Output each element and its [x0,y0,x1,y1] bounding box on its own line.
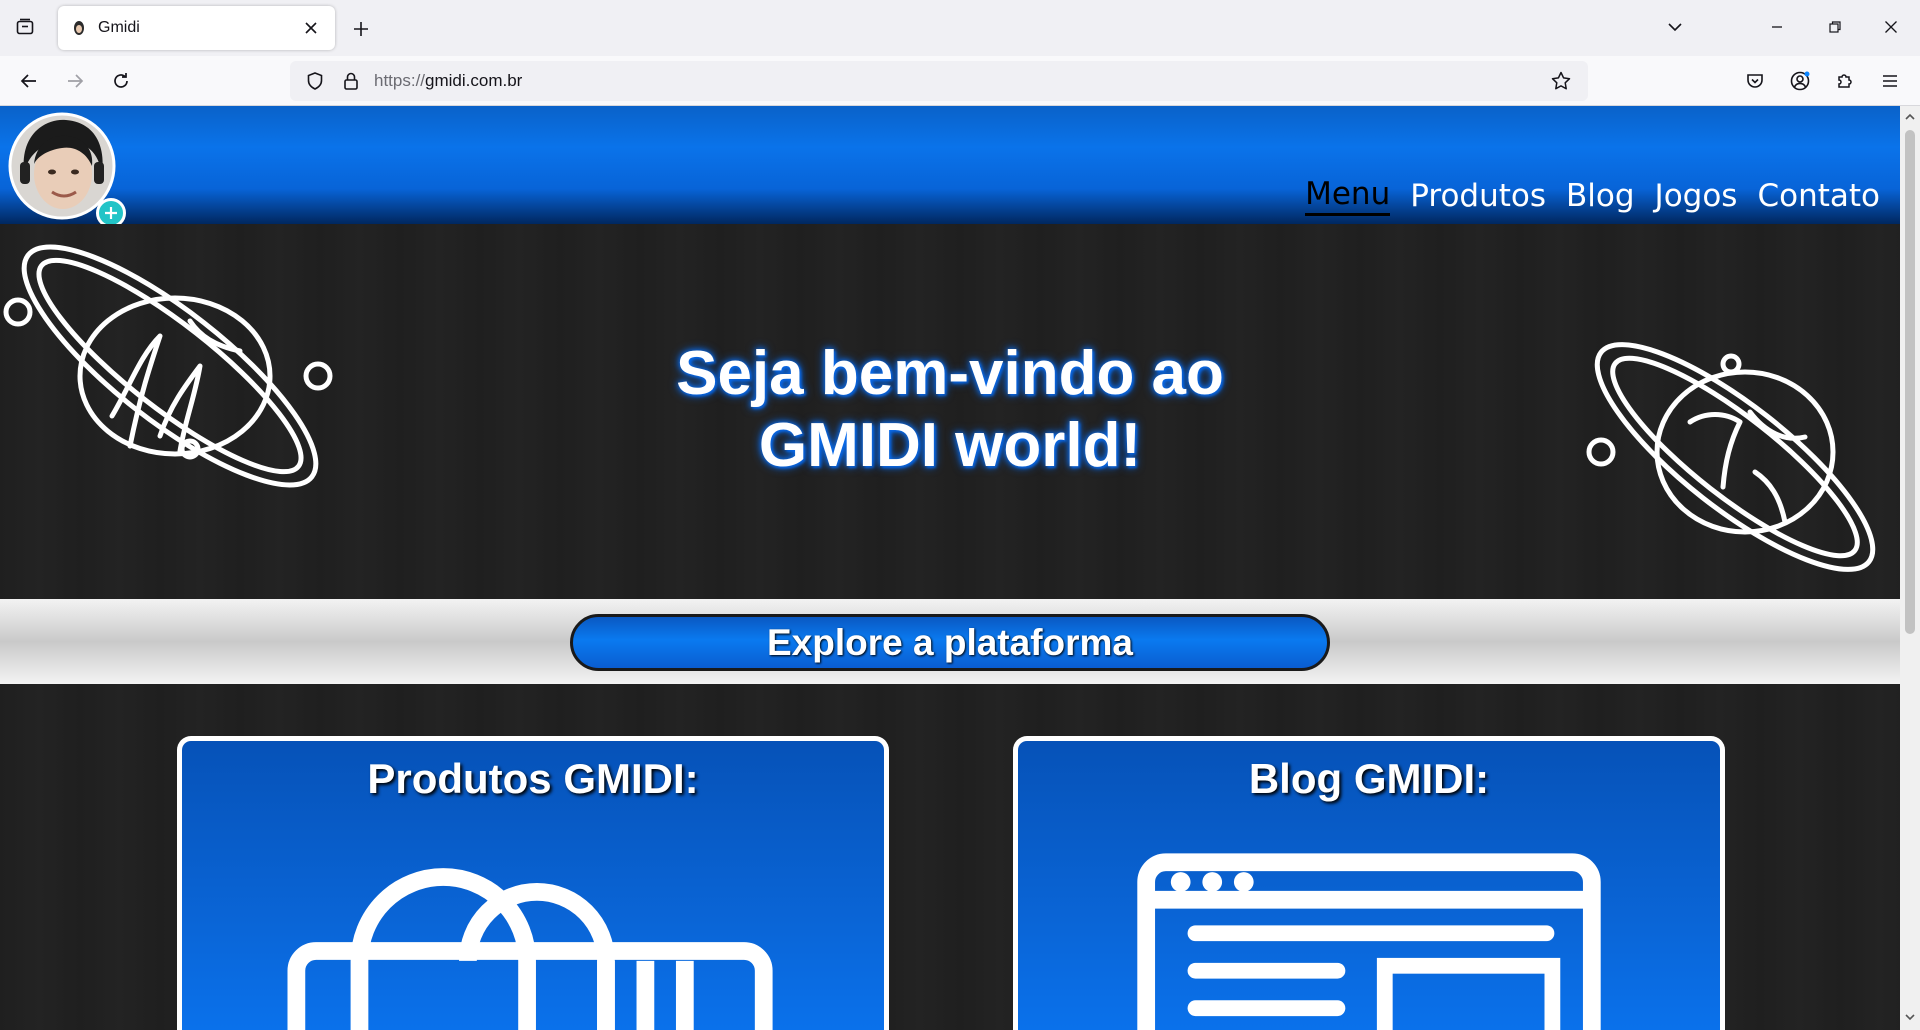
explore-band: Explore a plataforma [0,599,1900,684]
puzzle-icon [1838,74,1852,88]
nav-link-menu[interactable]: Menu [1305,176,1391,216]
close-window-button[interactable] [1868,8,1914,46]
list-all-tabs-button[interactable] [1652,8,1698,46]
scroll-thumb[interactable] [1905,130,1915,634]
url-text[interactable]: https://gmidi.com.br [374,71,1546,91]
store-icon [287,868,773,1030]
minimize-icon [1772,26,1782,28]
chevron-down-icon [1905,1014,1915,1021]
nav-link-blog[interactable]: Blog [1566,176,1635,216]
lock-icon [344,72,358,90]
account-icon [1790,71,1810,91]
tab-title: Gmidi [98,19,140,36]
url-host: gmidi.com.br [425,71,523,90]
avatar[interactable] [8,112,126,228]
card-blog[interactable]: Blog GMIDI: [1013,736,1725,1030]
tab-close-button[interactable] [299,16,323,40]
extensions-button[interactable] [1828,64,1862,98]
card-title: Blog GMIDI: [1248,755,1490,802]
browser-tab-active[interactable]: Gmidi [58,6,335,50]
card-produtos[interactable]: Produtos GMIDI: [177,736,889,1030]
tab-list-button[interactable] [8,10,42,44]
restore-icon [1829,21,1841,33]
new-tab-button[interactable] [344,12,378,46]
arrow-right-icon [68,74,84,88]
page-viewport: Menu Produtos Blog Jogos Contato Seja be… [0,106,1900,1030]
browser-tab-bar: Gmidi [0,0,1920,56]
chevron-down-icon [1668,23,1682,32]
explore-button-label: Explore a plataforma [766,621,1133,663]
site-header: Menu Produtos Blog Jogos Contato [0,106,1900,228]
browser-toolbar: https://gmidi.com.br [0,56,1920,106]
minimize-button[interactable] [1754,8,1800,46]
reload-icon [114,73,128,88]
account-button[interactable] [1783,64,1817,98]
site-security-button[interactable] [338,68,364,94]
nav-link-produtos[interactable]: Produtos [1410,176,1546,216]
cards-section: Produtos GMIDI: Blog GMIDI: [0,684,1900,1030]
pocket-icon [1747,74,1763,88]
page-scrollbar[interactable] [1900,106,1920,1030]
app-menu-button[interactable] [1873,64,1907,98]
bookmark-button[interactable] [1546,66,1576,96]
plus-icon [354,22,368,36]
hero-section: Seja bem-vindo ao GMIDI world! [0,224,1900,599]
star-icon [1551,71,1571,90]
nav-link-contato[interactable]: Contato [1757,176,1880,216]
reload-button[interactable] [104,64,138,98]
explore-button[interactable]: Explore a plataforma [570,614,1330,671]
scroll-down-arrow[interactable] [1903,1010,1917,1024]
forward-button[interactable] [58,64,92,98]
restore-button[interactable] [1812,8,1858,46]
close-icon [1885,21,1897,33]
pocket-button[interactable] [1738,64,1772,98]
card-title: Produtos GMIDI: [367,755,699,802]
shield-icon [307,72,323,90]
site-nav: Menu Produtos Blog Jogos Contato [1305,176,1880,216]
nav-link-jogos[interactable]: Jogos [1655,176,1738,216]
gmidi-favicon [70,19,88,37]
scroll-up-arrow[interactable] [1903,110,1917,124]
tab-list-icon [16,18,34,35]
tracking-protection-button[interactable] [302,68,328,94]
arrow-left-icon [20,74,36,88]
close-icon [305,22,317,34]
planet-icon [1586,342,1876,572]
plus-icon [105,207,117,219]
url-bar[interactable]: https://gmidi.com.br [290,61,1588,101]
browser-window-icon [1137,853,1601,1030]
chevron-up-icon [1905,113,1915,120]
back-button[interactable] [12,64,46,98]
url-protocol: https:// [374,71,426,90]
hamburger-icon [1883,75,1897,87]
